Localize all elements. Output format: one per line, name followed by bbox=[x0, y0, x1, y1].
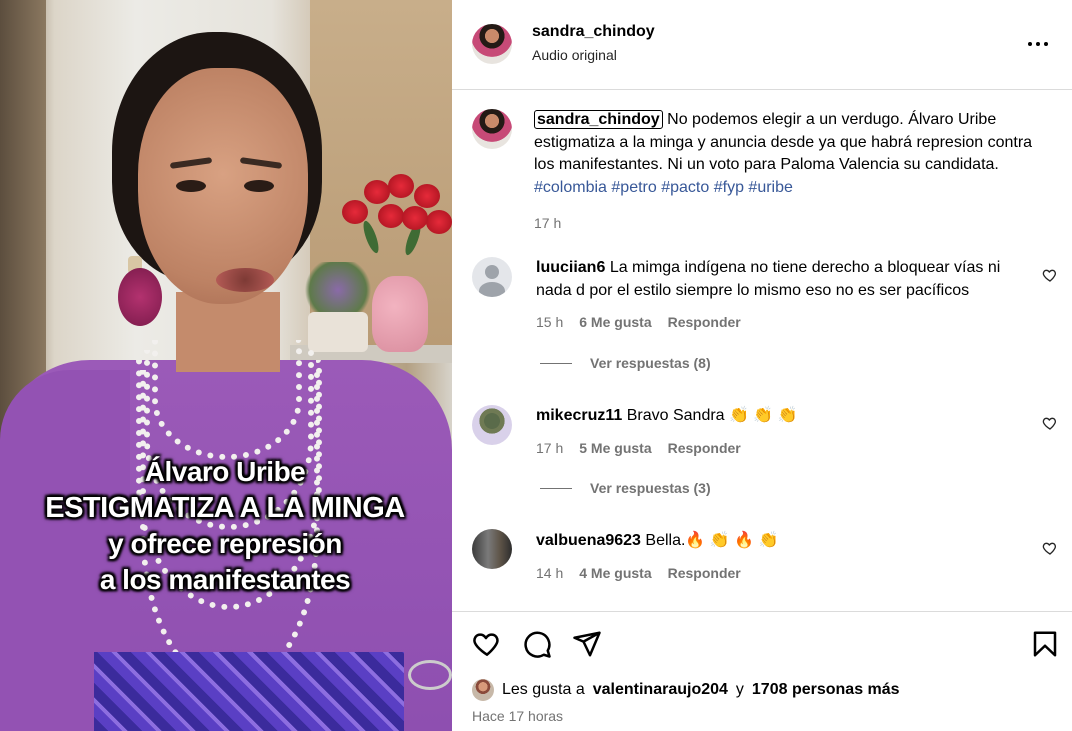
caption-time[interactable]: 17 h bbox=[534, 215, 561, 231]
comment-meta: 14 h 4 Me gusta Responder bbox=[536, 565, 1026, 581]
comment-likes[interactable]: 4 Me gusta bbox=[579, 565, 651, 581]
view-replies-button[interactable]: Ver respuestas (8) bbox=[540, 355, 711, 371]
video-text-overlay: Álvaro Uribe ESTIGMATIZA A LA MINGA y of… bbox=[10, 454, 440, 598]
comment-avatar[interactable] bbox=[472, 405, 512, 445]
comment-item: valbuena9623 Bella.🔥 👏 🔥 👏 14 h 4 Me gus… bbox=[536, 530, 1026, 581]
comment-username[interactable]: mikecruz11 bbox=[536, 407, 622, 424]
likes-summary: Les gusta a valentinaraujo204 y 1708 per… bbox=[472, 679, 900, 701]
hashtag[interactable]: #pacto bbox=[661, 179, 709, 196]
comment-avatar[interactable] bbox=[472, 529, 512, 569]
hashtag[interactable]: #petro bbox=[611, 179, 656, 196]
comment-text: La mimga indígena no tiene derecho a blo… bbox=[536, 259, 1001, 299]
overlay-line: Álvaro Uribe bbox=[144, 456, 306, 487]
comment-icon[interactable] bbox=[522, 629, 552, 659]
view-replies-button[interactable]: Ver respuestas (3) bbox=[540, 480, 711, 496]
audio-label[interactable]: Audio original bbox=[532, 47, 655, 63]
liker-avatar[interactable] bbox=[472, 679, 494, 701]
comments-section: sandra_chindoy No podemos elegir a un ve… bbox=[452, 91, 1072, 611]
caption-meta: 17 h bbox=[534, 215, 1054, 231]
comment-time[interactable]: 14 h bbox=[536, 565, 563, 581]
comment-text: Bella.🔥 👏 🔥 👏 bbox=[645, 532, 779, 549]
comment-meta: 15 h 6 Me gusta Responder bbox=[536, 314, 1026, 330]
view-replies-label: Ver respuestas (3) bbox=[590, 480, 711, 496]
comment-avatar[interactable] bbox=[472, 257, 512, 297]
reply-button[interactable]: Responder bbox=[668, 565, 741, 581]
comment-likes[interactable]: 6 Me gusta bbox=[579, 314, 651, 330]
comment-like-icon[interactable] bbox=[1042, 267, 1058, 283]
liker-username[interactable]: valentinaraujo204 bbox=[593, 681, 728, 699]
comment-username[interactable]: valbuena9623 bbox=[536, 532, 641, 549]
likes-count[interactable]: 1708 personas más bbox=[752, 681, 900, 699]
post-detail-panel: sandra_chindoy Audio original sandra_chi… bbox=[452, 0, 1072, 731]
likes-prefix: Les gusta a bbox=[502, 681, 585, 698]
overlay-line: a los manifestantes bbox=[99, 564, 351, 595]
reply-button[interactable]: Responder bbox=[668, 440, 741, 456]
caption-text-block: sandra_chindoy No podemos elegir a un ve… bbox=[534, 109, 1054, 199]
more-options-icon[interactable] bbox=[1028, 34, 1052, 54]
hashtag[interactable]: #uribe bbox=[748, 179, 792, 196]
bookmark-icon[interactable] bbox=[1030, 629, 1060, 659]
post-header: sandra_chindoy Audio original bbox=[452, 0, 1072, 90]
posted-time[interactable]: Hace 17 horas bbox=[472, 708, 563, 724]
send-icon[interactable] bbox=[572, 629, 602, 659]
comment-time[interactable]: 17 h bbox=[536, 440, 563, 456]
heart-icon[interactable] bbox=[472, 629, 502, 659]
author-avatar[interactable] bbox=[472, 24, 512, 64]
comment-item: mikecruz11 Bravo Sandra 👏 👏 👏 17 h 5 Me … bbox=[536, 405, 1026, 456]
comment-like-icon[interactable] bbox=[1042, 415, 1058, 431]
caption: sandra_chindoy No podemos elegir a un ve… bbox=[534, 109, 1054, 231]
caption-avatar[interactable] bbox=[472, 109, 512, 149]
comment-time[interactable]: 15 h bbox=[536, 314, 563, 330]
comment-item: luuciian6 La mimga indígena no tiene der… bbox=[536, 257, 1026, 330]
comment-text: Bravo Sandra 👏 👏 👏 bbox=[626, 407, 798, 424]
comment-likes[interactable]: 5 Me gusta bbox=[579, 440, 651, 456]
comment-like-icon[interactable] bbox=[1042, 540, 1058, 556]
comment-meta: 17 h 5 Me gusta Responder bbox=[536, 440, 1026, 456]
comment-username[interactable]: luuciian6 bbox=[536, 259, 605, 276]
overlay-line: ESTIGMATIZA A LA MINGA bbox=[45, 492, 405, 524]
author-username[interactable]: sandra_chindoy bbox=[532, 23, 655, 41]
post-video[interactable]: Álvaro Uribe ESTIGMATIZA A LA MINGA y of… bbox=[0, 0, 452, 731]
caption-username[interactable]: sandra_chindoy bbox=[534, 110, 663, 129]
overlay-line: y ofrece represión bbox=[108, 528, 342, 559]
view-replies-label: Ver respuestas (8) bbox=[590, 355, 711, 371]
hashtag[interactable]: #fyp bbox=[714, 179, 744, 196]
reply-button[interactable]: Responder bbox=[668, 314, 741, 330]
hashtag[interactable]: #colombia bbox=[534, 179, 607, 196]
presenter bbox=[0, 0, 452, 731]
likes-joiner: y bbox=[735, 681, 744, 698]
author-info: sandra_chindoy Audio original bbox=[532, 23, 655, 63]
